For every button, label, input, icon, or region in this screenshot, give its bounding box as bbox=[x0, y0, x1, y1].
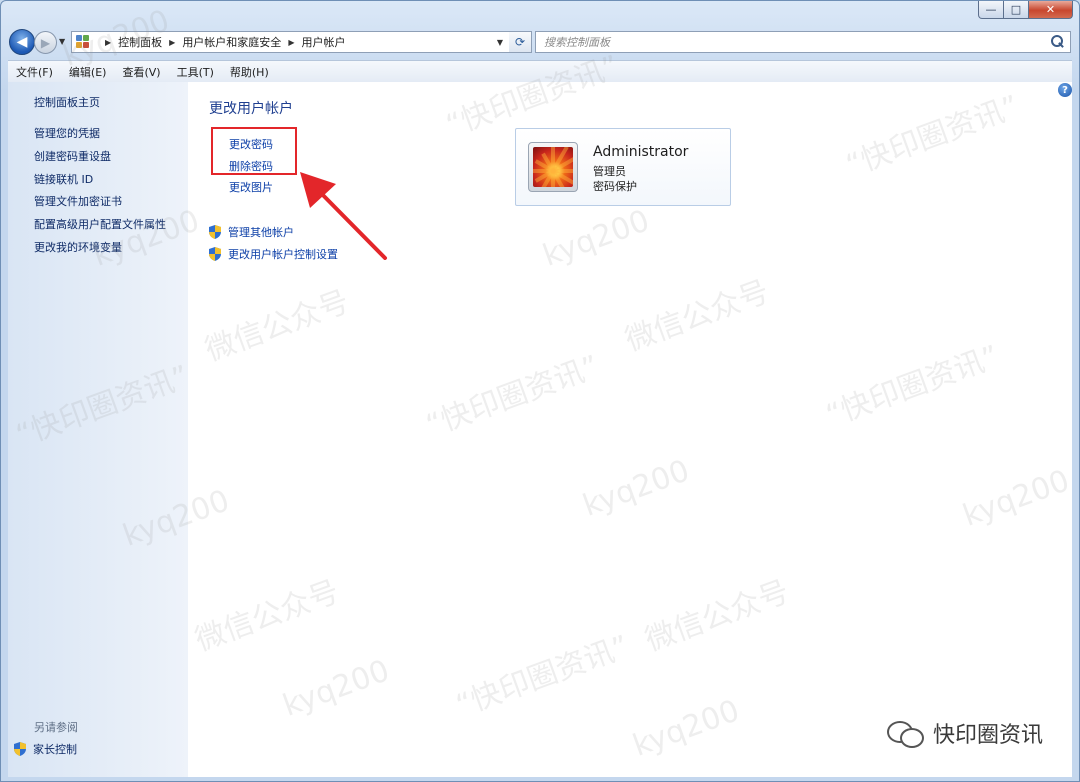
menu-help[interactable]: 帮助(H) bbox=[222, 64, 277, 80]
sidebar-item-environment-variables[interactable]: 更改我的环境变量 bbox=[34, 239, 122, 255]
see-also-label: 另请参阅 bbox=[34, 721, 78, 734]
recent-pages-dropdown[interactable]: ▼ bbox=[59, 37, 65, 46]
shield-icon bbox=[209, 247, 221, 261]
content-area: 控制面板主页 管理您的凭据 创建密码重设盘 链接联机 ID 管理文件加密证书 配… bbox=[8, 82, 1072, 777]
menu-file[interactable]: 文件(F) bbox=[8, 64, 61, 80]
minimize-button[interactable]: — bbox=[978, 1, 1004, 19]
back-arrow-icon[interactable]: ◀ bbox=[9, 29, 35, 55]
uac-settings-label: 更改用户帐户控制设置 bbox=[228, 248, 338, 261]
manage-other-accounts-label: 管理其他帐户 bbox=[228, 226, 294, 239]
sidebar-item-manage-credentials[interactable]: 管理您的凭据 bbox=[34, 125, 100, 141]
menu-edit[interactable]: 编辑(E) bbox=[61, 64, 115, 80]
page-title: 更改用户帐户 bbox=[209, 101, 293, 117]
refresh-icon[interactable]: ⟳ bbox=[509, 31, 532, 53]
search-input[interactable]: 搜索控制面板 bbox=[536, 34, 1048, 50]
highlight-box bbox=[211, 127, 297, 175]
main-panel: ? 更改用户帐户 更改密码 删除密码 更改图片 管理其他帐户 更改用户帐户控制设… bbox=[188, 82, 1072, 777]
maximize-button[interactable]: □ bbox=[1004, 1, 1029, 19]
menu-tools[interactable]: 工具(T) bbox=[169, 64, 222, 80]
uac-settings-link[interactable]: 更改用户帐户控制设置 bbox=[209, 246, 338, 262]
breadcrumb-user-accounts-family-safety[interactable]: 用户帐户和家庭安全 bbox=[182, 34, 281, 50]
navigation-bar: ◀ ▶ ▼ ▶ 控制面板 ▶ 用户帐户和家庭安全 ▶ 用户帐户 ▼ ⟳ 搜索控制… bbox=[9, 28, 1071, 56]
chevron-down-icon[interactable]: ▼ bbox=[497, 38, 503, 47]
sidebar-item-encryption-certificates[interactable]: 管理文件加密证书 bbox=[34, 193, 122, 209]
sidebar: 控制面板主页 管理您的凭据 创建密码重设盘 链接联机 ID 管理文件加密证书 配… bbox=[8, 82, 188, 777]
sidebar-item-advanced-profile-properties[interactable]: 配置高级用户配置文件属性 bbox=[34, 216, 166, 232]
account-password-status: 密码保护 bbox=[593, 180, 637, 193]
parental-controls-label: 家长控制 bbox=[33, 743, 77, 756]
search-box[interactable]: 搜索控制面板 bbox=[535, 31, 1071, 53]
account-name: Administrator bbox=[593, 144, 689, 160]
shield-icon bbox=[14, 742, 26, 756]
change-picture-link[interactable]: 更改图片 bbox=[229, 179, 273, 195]
search-icon[interactable] bbox=[1048, 33, 1066, 51]
sidebar-item-password-reset-disk[interactable]: 创建密码重设盘 bbox=[34, 148, 111, 164]
wechat-icon bbox=[886, 719, 925, 748]
brand-name: 快印圈资讯 bbox=[932, 723, 1043, 748]
shield-icon bbox=[209, 225, 221, 239]
help-icon[interactable]: ? bbox=[1058, 83, 1072, 97]
close-button[interactable]: ✕ bbox=[1029, 1, 1073, 19]
sidebar-item-link-online-id[interactable]: 链接联机 ID bbox=[34, 171, 93, 187]
breadcrumb-user-accounts[interactable]: 用户帐户 bbox=[301, 34, 345, 50]
brand-watermark: 快印圈资讯 bbox=[886, 717, 1043, 749]
window: — □ ✕ ◀ ▶ ▼ ▶ 控制面板 ▶ 用户帐户和家庭安全 ▶ 用户帐户 ▼ … bbox=[0, 0, 1080, 782]
address-bar[interactable]: ▶ 控制面板 ▶ 用户帐户和家庭安全 ▶ 用户帐户 ▼ bbox=[71, 31, 532, 53]
sidebar-item-control-panel-home[interactable]: 控制面板主页 bbox=[34, 94, 100, 110]
menu-bar: 文件(F) 编辑(E) 查看(V) 工具(T) 帮助(H) bbox=[8, 60, 1072, 83]
breadcrumb-control-panel[interactable]: 控制面板 bbox=[118, 34, 162, 50]
menu-view[interactable]: 查看(V) bbox=[114, 64, 168, 80]
user-picture-icon bbox=[528, 142, 578, 192]
control-panel-icon bbox=[76, 35, 92, 49]
account-role: 管理员 bbox=[593, 165, 626, 178]
manage-other-accounts-link[interactable]: 管理其他帐户 bbox=[209, 224, 294, 240]
account-card: Administrator 管理员 密码保护 bbox=[515, 128, 731, 206]
sidebar-item-parental-controls[interactable]: 家长控制 bbox=[14, 741, 77, 757]
window-controls: — □ ✕ bbox=[978, 1, 1073, 19]
forward-arrow-icon[interactable]: ▶ bbox=[34, 31, 57, 54]
